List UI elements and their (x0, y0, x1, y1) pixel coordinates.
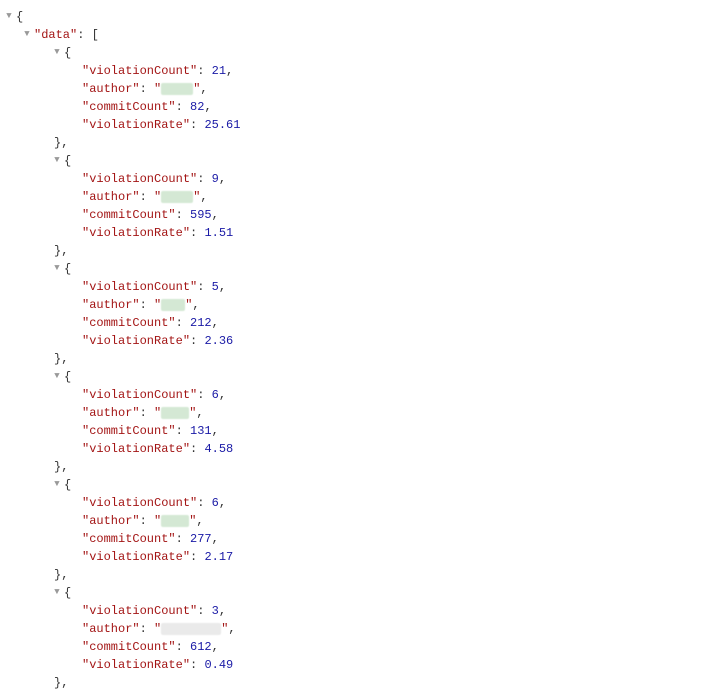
toggle-item-2[interactable]: ▼ (52, 262, 62, 276)
toggle-item-1[interactable]: ▼ (52, 154, 62, 168)
value-author: " (154, 404, 161, 422)
toggle-item-5[interactable]: ▼ (52, 586, 62, 600)
value-violationRate: 0.49 (204, 656, 233, 674)
object-open-brace: { (64, 584, 71, 602)
value-violationCount: 6 (212, 494, 219, 512)
object-open-brace: { (64, 260, 71, 278)
redacted-author (161, 515, 189, 527)
object-close-brace: } (54, 566, 61, 584)
root-key: "data" (34, 26, 77, 44)
value-author: " (154, 80, 161, 98)
key-author: "author" (82, 188, 140, 206)
redacted-author (161, 191, 193, 203)
value-author: " (154, 188, 161, 206)
value-violationCount: 6 (212, 386, 219, 404)
value-author: " (154, 296, 161, 314)
redacted-author (161, 299, 185, 311)
key-violationCount: "violationCount" (82, 494, 197, 512)
object-close-brace: } (54, 458, 61, 476)
object-close-brace: } (54, 134, 61, 152)
value-violationCount: 5 (212, 278, 219, 296)
toggle-item-3[interactable]: ▼ (52, 370, 62, 384)
value-violationRate: 25.61 (204, 116, 240, 134)
key-violationRate: "violationRate" (82, 548, 190, 566)
key-commitCount: "commitCount" (82, 98, 176, 116)
value-commitCount: 277 (190, 530, 212, 548)
redacted-author (161, 623, 221, 635)
key-violationRate: "violationRate" (82, 656, 190, 674)
object-open-brace: { (64, 368, 71, 386)
object-close-brace: } (54, 674, 61, 692)
key-violationRate: "violationRate" (82, 224, 190, 242)
key-author: "author" (82, 80, 140, 98)
value-commitCount: 82 (190, 98, 204, 116)
value-commitCount: 612 (190, 638, 212, 656)
key-author: "author" (82, 512, 140, 530)
object-open-brace: { (64, 476, 71, 494)
key-author: "author" (82, 404, 140, 422)
value-violationRate: 1.51 (204, 224, 233, 242)
value-violationCount: 21 (212, 62, 226, 80)
object-close-brace: } (54, 242, 61, 260)
value-violationRate: 2.17 (204, 548, 233, 566)
toggle-item-4[interactable]: ▼ (52, 478, 62, 492)
root-open-brace: { (16, 8, 23, 26)
value-author: " (154, 512, 161, 530)
array-open-bracket: [ (92, 26, 99, 44)
key-violationCount: "violationCount" (82, 62, 197, 80)
key-violationRate: "violationRate" (82, 440, 190, 458)
value-commitCount: 595 (190, 206, 212, 224)
object-close-brace: } (54, 350, 61, 368)
key-author: "author" (82, 296, 140, 314)
key-violationCount: "violationCount" (82, 602, 197, 620)
value-commitCount: 131 (190, 422, 212, 440)
key-violationCount: "violationCount" (82, 386, 197, 404)
key-violationRate: "violationRate" (82, 332, 190, 350)
toggle-item-0[interactable]: ▼ (52, 46, 62, 60)
key-commitCount: "commitCount" (82, 530, 176, 548)
object-open-brace: { (64, 152, 71, 170)
value-violationRate: 4.58 (204, 440, 233, 458)
value-commitCount: 212 (190, 314, 212, 332)
value-author: " (154, 620, 161, 638)
value-violationRate: 2.36 (204, 332, 233, 350)
key-violationCount: "violationCount" (82, 278, 197, 296)
toggle-root[interactable]: ▼ (4, 10, 14, 24)
redacted-author (161, 83, 193, 95)
key-violationCount: "violationCount" (82, 170, 197, 188)
value-violationCount: 3 (212, 602, 219, 620)
value-violationCount: 9 (212, 170, 219, 188)
object-open-brace: { (64, 44, 71, 62)
key-author: "author" (82, 620, 140, 638)
key-commitCount: "commitCount" (82, 422, 176, 440)
redacted-author (161, 407, 189, 419)
json-viewer: ▼{▼"data": [▼{"violationCount": 21,"auth… (4, 8, 716, 692)
toggle-data-array[interactable]: ▼ (22, 28, 32, 42)
key-commitCount: "commitCount" (82, 206, 176, 224)
key-commitCount: "commitCount" (82, 314, 176, 332)
key-violationRate: "violationRate" (82, 116, 190, 134)
key-commitCount: "commitCount" (82, 638, 176, 656)
